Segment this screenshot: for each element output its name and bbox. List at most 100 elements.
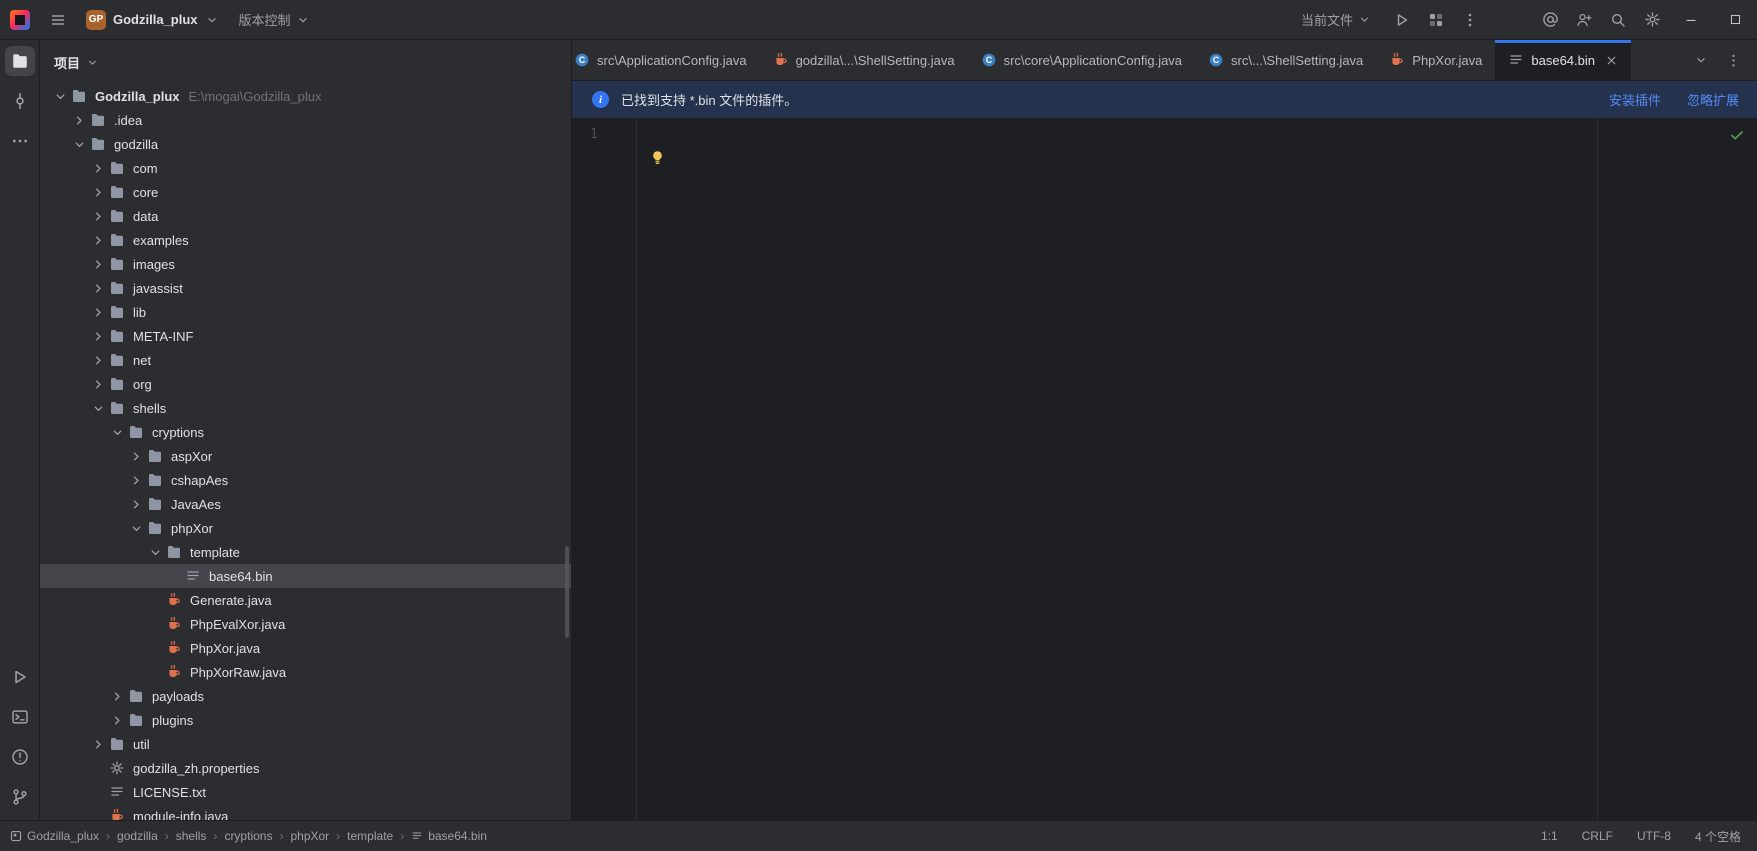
tree-item-plugins[interactable]: plugins: [40, 708, 571, 732]
indent-widget[interactable]: 4 个空格: [1695, 828, 1741, 845]
breadcrumb-godzilla-plux[interactable]: Godzilla_plux: [10, 829, 99, 843]
project-selector[interactable]: GP Godzilla_plux: [78, 6, 227, 34]
chevron-right-icon[interactable]: [88, 276, 108, 300]
more-toolwindows-button[interactable]: [5, 126, 35, 156]
tree-item-examples[interactable]: examples: [40, 228, 571, 252]
chevron-right-icon[interactable]: [88, 324, 108, 348]
chevron-right-icon[interactable]: [126, 492, 146, 516]
more-run-actions-button[interactable]: [1453, 4, 1487, 36]
chevron-right-icon[interactable]: [107, 708, 127, 732]
maximize-button[interactable]: [1713, 0, 1757, 40]
tree-item-util[interactable]: util: [40, 732, 571, 756]
chevron-right-icon[interactable]: [69, 108, 89, 132]
tree-item-meta-inf[interactable]: META-INF: [40, 324, 571, 348]
tree-item-cshapaes[interactable]: cshapAes: [40, 468, 571, 492]
profiler-button[interactable]: [1419, 4, 1453, 36]
chevron-down-icon[interactable]: [126, 516, 146, 540]
code-with-me-button[interactable]: [1567, 4, 1601, 36]
ai-mention-button[interactable]: [1533, 4, 1567, 36]
project-panel-header[interactable]: 项目: [40, 40, 571, 84]
tab-phpxor-java[interactable]: PhpXor.java: [1376, 40, 1495, 80]
main-menu-button[interactable]: [42, 4, 74, 36]
run-toolwindow-button[interactable]: [5, 662, 35, 692]
chevron-right-icon[interactable]: [88, 732, 108, 756]
tree-item-com[interactable]: com: [40, 156, 571, 180]
tree-item-images[interactable]: images: [40, 252, 571, 276]
chevron-down-icon[interactable]: [50, 84, 70, 108]
tree-item-template[interactable]: template: [40, 540, 571, 564]
tree-item-phpevalxor-java[interactable]: PhpEvalXor.java: [40, 612, 571, 636]
install-plugin-link[interactable]: 安装插件: [1609, 90, 1661, 109]
chevron-right-icon[interactable]: [88, 204, 108, 228]
tree-item-godzilla[interactable]: godzilla: [40, 132, 571, 156]
tree-item-license-txt[interactable]: LICENSE.txt: [40, 780, 571, 804]
vcs-selector[interactable]: 版本控制: [231, 6, 318, 33]
chevron-right-icon[interactable]: [88, 348, 108, 372]
code-area[interactable]: [637, 119, 1757, 820]
editor[interactable]: 1: [572, 119, 1757, 820]
chevron-right-icon[interactable]: [88, 228, 108, 252]
tree-item-net[interactable]: net: [40, 348, 571, 372]
hidden-tabs-button[interactable]: [1687, 46, 1715, 74]
tree-item-shells[interactable]: shells: [40, 396, 571, 420]
breadcrumb-template[interactable]: template: [347, 829, 393, 843]
chevron-down-icon[interactable]: [145, 540, 165, 564]
commit-toolwindow-button[interactable]: [5, 86, 35, 116]
tree-item-cryptions[interactable]: cryptions: [40, 420, 571, 444]
terminal-toolwindow-button[interactable]: [5, 702, 35, 732]
close-tab-icon[interactable]: [1605, 54, 1618, 67]
chevron-down-icon[interactable]: [88, 396, 108, 420]
breadcrumb-godzilla[interactable]: godzilla: [117, 829, 158, 843]
tab-src-core-applicationconfig-java[interactable]: Csrc\core\ApplicationConfig.java: [968, 40, 1195, 80]
chevron-down-icon[interactable]: [107, 420, 127, 444]
tab-src-applicationconfig-java[interactable]: Csrc\ApplicationConfig.java: [572, 40, 760, 80]
chevron-right-icon[interactable]: [88, 300, 108, 324]
tree-item-godzilla-zh-properties[interactable]: godzilla_zh.properties: [40, 756, 571, 780]
settings-button[interactable]: [1635, 4, 1669, 36]
tree-item-aspxor[interactable]: aspXor: [40, 444, 571, 468]
problems-toolwindow-button[interactable]: [5, 742, 35, 772]
version-control-toolwindow-button[interactable]: [5, 782, 35, 812]
breadcrumb-cryptions[interactable]: cryptions: [224, 829, 272, 843]
caret-position-widget[interactable]: 1:1: [1541, 829, 1558, 843]
tree-item-module-info-java[interactable]: module-info.java: [40, 804, 571, 820]
tree-item-idea[interactable]: .idea: [40, 108, 571, 132]
tab-options-button[interactable]: [1719, 46, 1747, 74]
encoding-widget[interactable]: UTF-8: [1637, 829, 1671, 843]
tab-src-shellsetting-java[interactable]: Csrc\...\ShellSetting.java: [1195, 40, 1376, 80]
chevron-down-icon[interactable]: [69, 132, 89, 156]
tree-item-phpxor[interactable]: phpXor: [40, 516, 571, 540]
tree-item-data[interactable]: data: [40, 204, 571, 228]
tree-item-base64-bin[interactable]: base64.bin: [40, 564, 571, 588]
tree-item-payloads[interactable]: payloads: [40, 684, 571, 708]
breadcrumb-base64-bin[interactable]: base64.bin: [411, 829, 487, 843]
chevron-right-icon[interactable]: [88, 372, 108, 396]
tree-item-javaaes[interactable]: JavaAes: [40, 492, 571, 516]
chevron-right-icon[interactable]: [107, 684, 127, 708]
chevron-right-icon[interactable]: [126, 468, 146, 492]
tree-item-godzilla-plux[interactable]: Godzilla_plux E:\mogai\Godzilla_plux: [40, 84, 571, 108]
inspections-ok-icon[interactable]: [1729, 127, 1745, 143]
tree-item-lib[interactable]: lib: [40, 300, 571, 324]
tree-item-generate-java[interactable]: Generate.java: [40, 588, 571, 612]
tree-item-core[interactable]: core: [40, 180, 571, 204]
chevron-right-icon[interactable]: [88, 156, 108, 180]
chevron-right-icon[interactable]: [88, 180, 108, 204]
run-configuration-selector[interactable]: 当前文件: [1293, 6, 1379, 33]
breadcrumb-phpxor[interactable]: phpXor: [290, 829, 329, 843]
chevron-right-icon[interactable]: [88, 252, 108, 276]
breadcrumb-shells[interactable]: shells: [176, 829, 207, 843]
chevron-right-icon[interactable]: [126, 444, 146, 468]
tab-godzilla-shellsetting-java[interactable]: godzilla\...\ShellSetting.java: [760, 40, 968, 80]
run-button[interactable]: [1385, 4, 1419, 36]
tab-base64-bin[interactable]: base64.bin: [1495, 40, 1632, 80]
project-toolwindow-button[interactable]: [4, 46, 35, 76]
minimize-button[interactable]: [1669, 0, 1713, 40]
search-everywhere-button[interactable]: [1601, 4, 1635, 36]
tree-scrollbar-thumb[interactable]: [565, 546, 569, 638]
tree-item-org[interactable]: org: [40, 372, 571, 396]
line-separator-widget[interactable]: CRLF: [1582, 829, 1613, 843]
tree-item-javassist[interactable]: javassist: [40, 276, 571, 300]
tree-item-phpxor-java[interactable]: PhpXor.java: [40, 636, 571, 660]
intention-bulb-icon[interactable]: [650, 150, 665, 165]
